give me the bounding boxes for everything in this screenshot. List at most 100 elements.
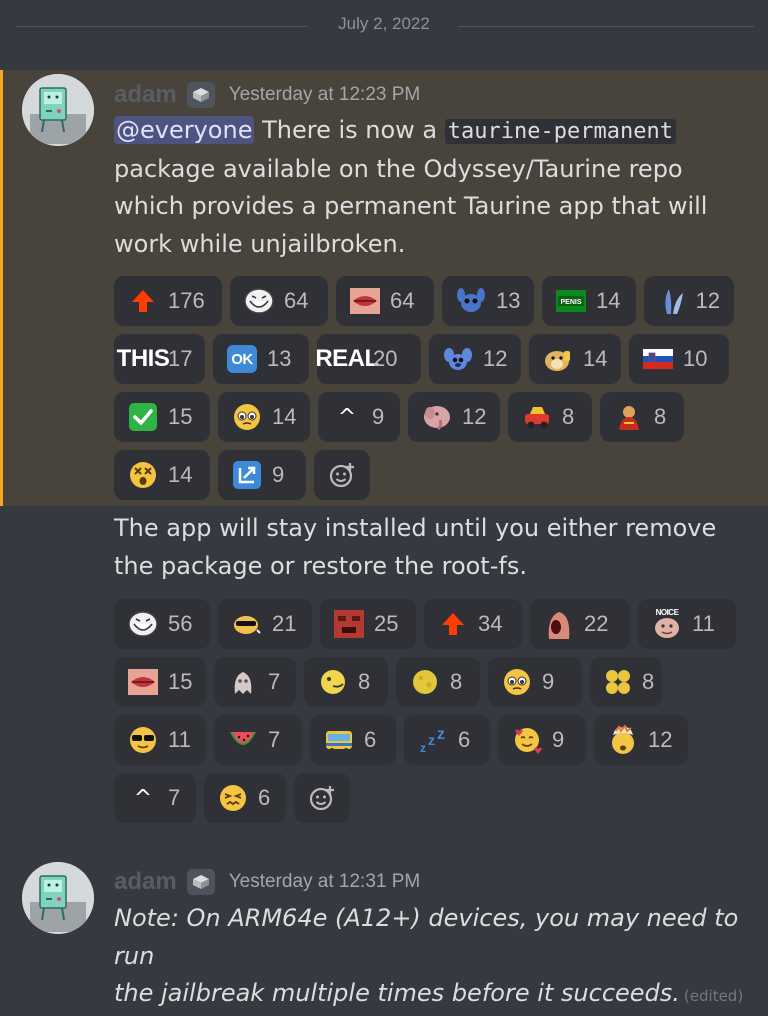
reaction-green-banner[interactable]: PENIS 14: [542, 276, 636, 326]
avatar[interactable]: [22, 74, 94, 146]
sunglasses-face-icon: [128, 725, 158, 755]
reaction-count: 9: [372, 404, 385, 429]
yellow-blob-icon: [604, 667, 632, 697]
reaction-count: 8: [358, 669, 371, 694]
reaction-pleading-face[interactable]: 14: [218, 392, 310, 442]
message-header: adam Yesterday at 12:31 PM: [114, 867, 420, 897]
message-line: the jailbreak multiple times before it s…: [114, 975, 744, 1016]
reaction-screaming-mouth[interactable]: 22: [530, 599, 630, 649]
reaction-ghost-fish[interactable]: 7: [214, 657, 296, 707]
reaction-count: 22: [584, 611, 609, 636]
reaction-count: 14: [272, 404, 297, 429]
reaction-smiling-hearts[interactable]: 9: [498, 715, 586, 765]
reaction-check-mark[interactable]: 15: [114, 392, 210, 442]
message-text: There is now a: [254, 116, 445, 144]
author-name[interactable]: adam: [114, 868, 177, 896]
add-reaction-button[interactable]: [314, 450, 370, 500]
message-line: work while unjailbroken.: [114, 229, 406, 258]
reaction-count: 11: [168, 727, 191, 752]
reaction-count: 15: [168, 404, 193, 429]
avatar[interactable]: [22, 862, 94, 934]
svg-text:PENIS: PENIS: [560, 299, 581, 306]
reaction-trollface[interactable]: 56: [114, 599, 210, 649]
reaction-count: 56: [168, 611, 193, 636]
reaction-count: 34: [478, 611, 503, 636]
reaction-elephant[interactable]: 12: [408, 392, 500, 442]
reaction-persevering-face[interactable]: 6: [204, 773, 286, 823]
reaction-slovenia-flag[interactable]: 10: [629, 334, 729, 384]
reaction-zzz[interactable]: zzz 6: [404, 715, 490, 765]
bmo-avatar-icon: [22, 74, 94, 146]
bmo-avatar-icon: [22, 862, 94, 934]
add-reaction-button[interactable]: [294, 773, 350, 823]
reaction-stitch[interactable]: 12: [429, 334, 521, 384]
edited-label: (edited): [683, 987, 744, 1005]
reaction-count: 14: [168, 462, 193, 487]
reaction-up-arrow[interactable]: 34: [424, 599, 522, 649]
reaction-count: 10: [683, 346, 708, 371]
reaction-caret[interactable]: ^ 7: [114, 773, 196, 823]
message-line: package available on the Odyssey/Taurine…: [114, 154, 683, 183]
reaction-red-character[interactable]: 8: [600, 392, 684, 442]
message-line: which provides a permanent Taurine app t…: [114, 192, 708, 220]
dizzy-face-icon: [128, 460, 158, 490]
green-banner-icon: PENIS: [556, 286, 586, 316]
reaction-this[interactable]: THIS 17: [114, 334, 205, 384]
noice-icon: NOICE: [652, 609, 682, 639]
cube-icon: [192, 875, 209, 889]
reaction-real[interactable]: REAL 20: [315, 334, 421, 384]
lips-icon: [350, 286, 380, 316]
reaction-count: 64: [284, 288, 309, 313]
reaction-pleading-face[interactable]: 9: [488, 657, 582, 707]
reaction-count: 21: [272, 611, 297, 636]
reaction-tram[interactable]: 6: [310, 715, 396, 765]
screaming-mouth-icon: [544, 609, 574, 639]
slovenia-flag-icon: [643, 344, 673, 374]
add-emoji-icon: [329, 463, 354, 488]
real-text-icon: REAL: [315, 345, 379, 372]
this-text-icon: THIS: [116, 345, 170, 372]
reaction-count: 176: [168, 288, 205, 313]
bot-badge: [186, 869, 215, 895]
check-mark-icon: [128, 402, 158, 432]
reaction-dizzy-face[interactable]: 14: [114, 450, 210, 500]
reaction-stitch-blue[interactable]: 13: [442, 276, 534, 326]
reaction-caret[interactable]: ^ 9: [318, 392, 400, 442]
red-character-icon: [614, 402, 644, 432]
reaction-count: 14: [583, 346, 608, 371]
bot-badge: [186, 82, 215, 108]
reaction-yellow-pacman[interactable]: 8: [304, 657, 388, 707]
author-name[interactable]: adam: [114, 81, 177, 109]
yellow-ball-icon: [410, 667, 440, 697]
reaction-ok[interactable]: OK 13: [213, 334, 309, 384]
reaction-exploding-head[interactable]: 12: [594, 715, 688, 765]
reaction-toy-car[interactable]: 8: [508, 392, 592, 442]
reaction-sunglasses-face[interactable]: 11: [114, 715, 206, 765]
reaction-watermelon[interactable]: 7: [214, 715, 302, 765]
reaction-doge-thumbs[interactable]: 14: [529, 334, 621, 384]
reaction-input-symbol[interactable]: 9: [218, 450, 306, 500]
reaction-count: 17: [168, 346, 193, 371]
ghost-fish-icon: [228, 667, 258, 697]
reaction-yellow-ball[interactable]: 8: [396, 657, 480, 707]
everyone-mention[interactable]: @everyone: [114, 116, 255, 144]
reaction-count: 12: [462, 404, 487, 429]
reaction-lips[interactable]: 15: [114, 657, 206, 707]
reaction-angry-face-red[interactable]: 25: [320, 599, 416, 649]
reaction-count: 7: [268, 669, 281, 694]
toy-car-icon: [522, 402, 552, 432]
reaction-yellow-blob[interactable]: 8: [590, 657, 662, 707]
reaction-cool-cat[interactable]: 21: [218, 599, 312, 649]
caret-up-icon: ^: [133, 785, 153, 811]
reaction-noice[interactable]: NOICE 11: [638, 599, 736, 649]
reaction-count: 7: [268, 727, 281, 752]
reaction-lips[interactable]: 64: [336, 276, 434, 326]
reaction-trollface[interactable]: 64: [230, 276, 328, 326]
reaction-rabbit-ear[interactable]: 12: [644, 276, 734, 326]
reaction-count: 8: [654, 404, 667, 429]
reaction-up-arrow[interactable]: 176: [114, 276, 222, 326]
reaction-count: 20: [373, 346, 398, 371]
reaction-count: 15: [168, 669, 193, 694]
reaction-count: 6: [458, 727, 471, 752]
reaction-count: 13: [267, 346, 292, 371]
